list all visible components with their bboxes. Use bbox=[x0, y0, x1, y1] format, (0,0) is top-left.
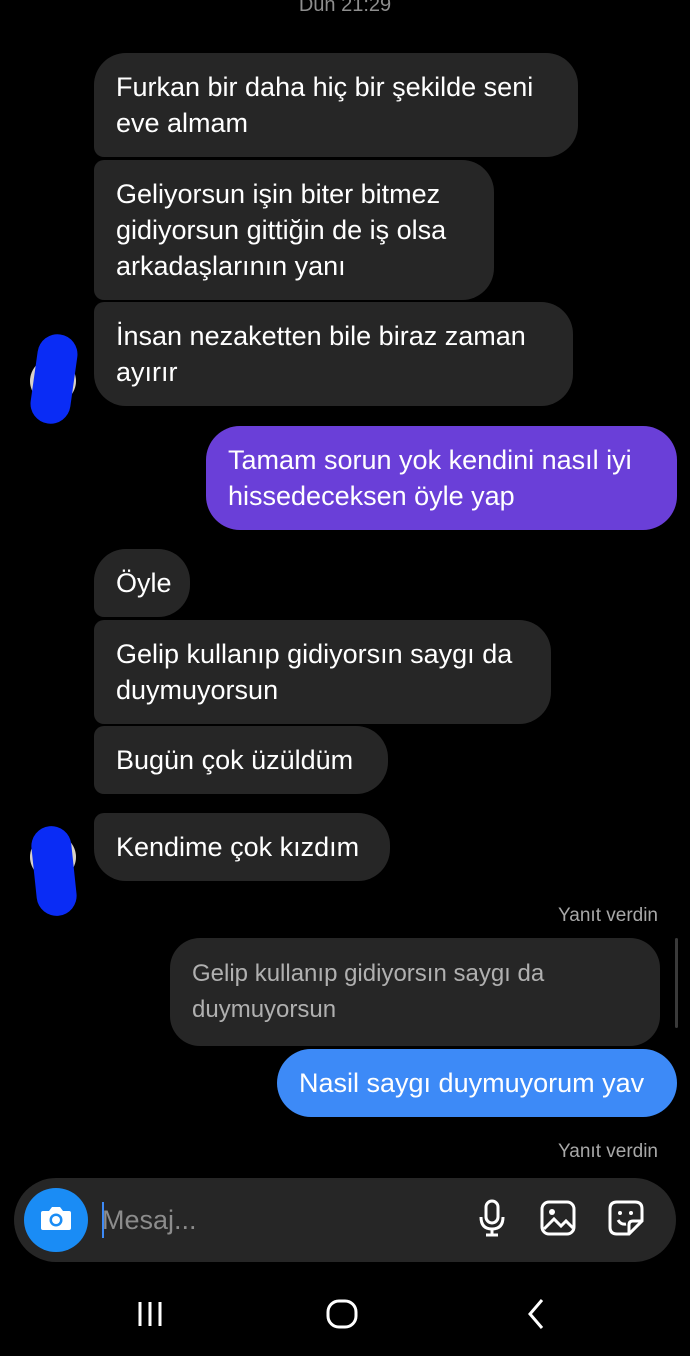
microphone-button[interactable] bbox=[470, 1198, 514, 1242]
message-incoming[interactable]: Bugün çok üzüldüm bbox=[94, 726, 388, 794]
message-composer bbox=[14, 1178, 676, 1262]
gallery-icon bbox=[539, 1199, 577, 1242]
message-timestamp: Dün 21:29 bbox=[298, 0, 392, 16]
reply-label: Yanıt verdin bbox=[558, 1141, 658, 1162]
home-button[interactable] bbox=[312, 1290, 372, 1342]
message-incoming[interactable]: Furkan bir daha hiç bir şekilde seni eve… bbox=[94, 53, 578, 157]
censor-blob bbox=[27, 331, 81, 427]
reply-label: Yanıt verdin bbox=[558, 905, 658, 926]
recent-apps-icon bbox=[135, 1299, 165, 1334]
reply-indicator-bar bbox=[675, 938, 678, 1028]
message-outgoing[interactable]: Tamam sorun yok kendini nasıl iyi hissed… bbox=[206, 426, 677, 530]
contact-avatar[interactable] bbox=[29, 824, 79, 918]
system-navigation-bar bbox=[0, 1276, 690, 1356]
recent-apps-button[interactable] bbox=[120, 1290, 180, 1342]
sticker-icon bbox=[607, 1199, 645, 1242]
message-incoming[interactable]: Öyle bbox=[94, 549, 190, 617]
message-incoming[interactable]: Gelip kullanıp gidiyorsın saygı da duymu… bbox=[94, 620, 551, 724]
back-button[interactable] bbox=[506, 1290, 566, 1342]
camera-button[interactable] bbox=[24, 1188, 88, 1252]
sticker-button[interactable] bbox=[604, 1198, 648, 1242]
message-incoming[interactable]: İnsan nezaketten bile biraz zaman ayırır bbox=[94, 302, 573, 406]
home-icon bbox=[325, 1297, 359, 1336]
message-incoming[interactable]: Kendime çok kızdım bbox=[94, 813, 390, 881]
message-input[interactable] bbox=[102, 1196, 442, 1244]
message-incoming[interactable]: Geliyorsun işin biter bitmez gidiyorsun … bbox=[94, 160, 494, 300]
back-icon bbox=[524, 1297, 548, 1336]
message-outgoing[interactable]: Nasil saygı duymuyorum yav bbox=[277, 1049, 677, 1117]
microphone-icon bbox=[477, 1198, 507, 1243]
quoted-message[interactable]: Gelip kullanıp gidiyorsın saygı da duymu… bbox=[170, 938, 660, 1046]
censor-blob bbox=[29, 824, 79, 918]
gallery-button[interactable] bbox=[536, 1198, 580, 1242]
camera-icon bbox=[39, 1204, 73, 1237]
contact-avatar[interactable] bbox=[27, 331, 81, 427]
